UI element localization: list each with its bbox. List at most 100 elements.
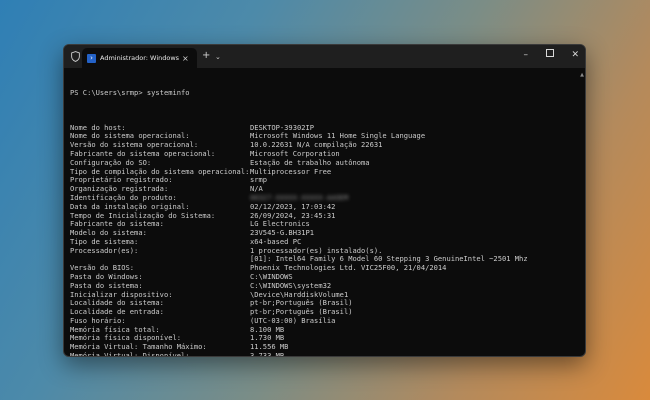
field-value: C:\WINDOWS\system32 [250, 281, 332, 290]
field-value: LG Electronics [250, 220, 310, 229]
field-value: 1 processador(es) instalado(s). [250, 246, 383, 255]
tab-powershell[interactable]: › Administrador: Windows Pow × [82, 48, 197, 68]
field-value: 8.100 MB [250, 325, 285, 334]
close-window-button[interactable]: ✕ [571, 49, 579, 61]
output-row: Nome do host: DESKTOP-39302IP [70, 124, 575, 133]
field-value: pt-br;Português (Brasil) [250, 299, 353, 308]
field-label [70, 255, 250, 264]
field-value: 23V545-G.BH31P1 [250, 229, 315, 238]
title-bar: › Administrador: Windows Pow × + ⌄ – ✕ [64, 45, 585, 68]
field-label: Tempo de Inicialização do Sistema: [70, 211, 216, 220]
close-tab-icon[interactable]: × [182, 54, 189, 63]
output-row: Memória física total: 8.100 MB [70, 326, 575, 335]
output-row: Fabricante do sistema operacional: Micros… [70, 150, 575, 159]
output-row: Localidade do sistema: pt-br;Português (B… [70, 299, 575, 308]
maximize-icon [546, 49, 554, 57]
field-value: N/A [250, 185, 263, 194]
field-label: Localidade do sistema: [70, 299, 164, 308]
field-value: C:\WINDOWS [250, 272, 293, 281]
field-label: Configuração do SO: [70, 158, 152, 167]
field-value: x64-based PC [250, 237, 302, 246]
output-row: Data da instalação original: 02/12/2023, … [70, 203, 575, 212]
output-row: Tipo de sistema: x64-based PC [70, 238, 575, 247]
field-label: Fabricante do sistema operacional: [70, 150, 216, 159]
field-label: Pasta do sistema: [70, 281, 143, 290]
field-value: Estação de trabalho autônoma [250, 158, 370, 167]
output-row: [01]: Intel64 Family 6 Model 60 Stepping… [70, 255, 575, 264]
powershell-icon: › [87, 53, 96, 63]
field-label: Fuso horário: [70, 316, 126, 325]
field-value: 10.0.22631 N/A compilação 22631 [250, 141, 383, 150]
output-row: Tempo de Inicialização do Sistema: 26/09/… [70, 212, 575, 221]
field-label: Pasta do Windows: [70, 272, 143, 281]
field-label: Processador(es): [70, 246, 139, 255]
output-row: Inicializar dispositivo: \Device\Harddisk… [70, 291, 575, 300]
output-row: Pasta do sistema: C:\WINDOWS\system32 [70, 282, 575, 291]
field-label: Localidade de entrada: [70, 308, 164, 317]
field-label: Organização registrada: [70, 185, 169, 194]
tab-title: Administrador: Windows Pow [100, 54, 180, 62]
output-row: Fuso horário: (UTC-03:00) Brasília [70, 317, 575, 326]
field-label: Modelo do sistema: [70, 229, 147, 238]
terminal-window: › Administrador: Windows Pow × + ⌄ – ✕ P… [63, 44, 586, 357]
output-row: Versão do sistema operacional: 10.0.22631… [70, 141, 575, 150]
systeminfo-output: Nome do host: DESKTOP-39302IP Nome do sist… [70, 124, 575, 356]
output-row: Memória Virtual: Tamanho Máximo: 11.556 M… [70, 343, 575, 352]
field-value: srmp [250, 176, 268, 185]
output-row: Tipo de compilação do sistema operaciona… [70, 168, 575, 177]
field-value: Phoenix Technologies Ltd. VIC25F00, 21/0… [250, 264, 447, 273]
field-value: 26/09/2024, 23:45:31 [250, 211, 336, 220]
output-row: Processador(es): 1 processador(es) instal… [70, 247, 575, 256]
field-label: Memória Virtual: Disponível: [70, 352, 250, 356]
output-row: Modelo do sistema: 23V545-G.BH31P1 [70, 229, 575, 238]
output-row: Configuração do SO: Estação de trabalho a… [70, 159, 575, 168]
terminal-output[interactable]: PS C:\Users\srmp> systeminfo Nome do hos… [70, 71, 575, 356]
field-label: Data da instalação original: [70, 202, 190, 211]
field-label: Memória física total: [70, 325, 160, 334]
field-label: Tipo de compilação do sistema operaciona… [70, 167, 250, 176]
new-tab-button[interactable]: + [202, 50, 210, 62]
field-value: Microsoft Corporation [250, 150, 340, 159]
field-value: 11.556 MB [250, 343, 289, 352]
chevron-down-icon[interactable]: ⌄ [215, 51, 221, 63]
prompt-line: PS C:\Users\srmp> systeminfo [70, 87, 575, 98]
output-row: Memória Virtual: Disponível:3.733 MB [70, 352, 575, 356]
output-row: Versão do BIOS: Phoenix Technologies Ltd.… [70, 264, 575, 273]
field-value: (UTC-03:00) Brasília [250, 316, 336, 325]
field-label: Memória Virtual: Tamanho Máximo: [70, 343, 207, 352]
command: systeminfo [146, 87, 190, 97]
field-value: Multiprocessor Free [250, 167, 332, 176]
field-value: 1.730 MB [250, 334, 285, 343]
field-label: Fabricante do sistema: [70, 220, 164, 229]
field-label: Identificação do produto: [70, 193, 177, 202]
prompt: PS C:\Users\srmp> [70, 87, 147, 97]
output-row: Proprietário registrado: srmp [70, 176, 575, 185]
field-label: Versão do sistema operacional: [70, 141, 199, 150]
output-row: Nome do sistema operacional: Microsoft Wi… [70, 132, 575, 141]
output-row: Localidade de entrada: pt-br;Português (B… [70, 308, 575, 317]
field-value: pt-br;Português (Brasil) [250, 308, 353, 317]
field-value: [01]: Intel64 Family 6 Model 60 Stepping… [250, 255, 528, 264]
field-value: 02/12/2023, 17:03:42 [250, 202, 336, 211]
field-label: Proprietário registrado: [70, 176, 173, 185]
field-label: Nome do sistema operacional: [70, 132, 190, 141]
output-row: Identificação do produto: 00327-XXXXX-XXX… [70, 194, 575, 203]
output-row: Fabricante do sistema: LG Electronics [70, 220, 575, 229]
output-row: Organização registrada: N/A [70, 185, 575, 194]
output-row: Memória física disponível: 1.730 MB [70, 334, 575, 343]
maximize-button[interactable] [546, 49, 554, 61]
shield-icon [71, 51, 80, 62]
scroll-up-icon[interactable]: ▲ [580, 72, 584, 78]
field-label: Memória física disponível: [70, 334, 182, 343]
field-value-redacted: 00327-XXXXX-XXXXX-AAOEM [250, 193, 349, 202]
field-value: Microsoft Windows 11 Home Single Languag… [250, 132, 426, 141]
field-label: Inicializar dispositivo: [70, 290, 173, 299]
field-label: Versão do BIOS: [70, 264, 135, 273]
field-label: Nome do host: [70, 123, 126, 132]
field-label: Tipo de sistema: [70, 237, 139, 246]
field-value: \Device\HarddiskVolume1 [250, 290, 349, 299]
output-row: Pasta do Windows: C:\WINDOWS [70, 273, 575, 282]
minimize-button[interactable]: – [524, 49, 529, 61]
field-value: 3.733 MB [250, 352, 575, 356]
field-value: DESKTOP-39302IP [250, 123, 315, 132]
